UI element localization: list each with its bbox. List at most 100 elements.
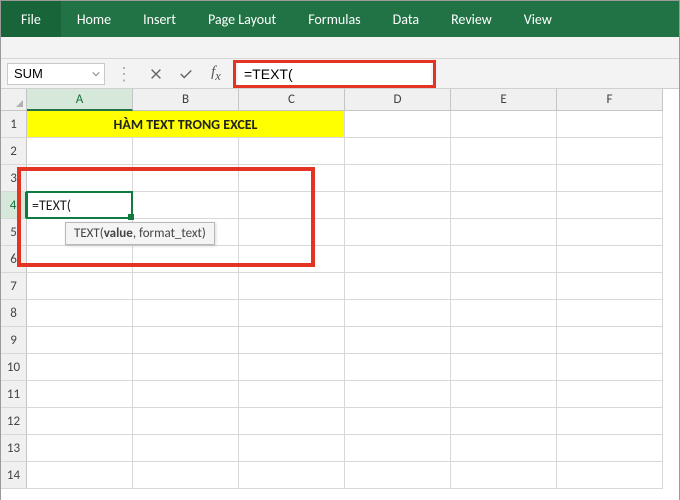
tab-review[interactable]: Review [435, 1, 508, 37]
cell-C3[interactable] [239, 165, 345, 192]
cell-E4[interactable] [451, 192, 557, 219]
row-header-5[interactable]: 5 [1, 219, 27, 246]
cell-D7[interactable] [345, 273, 451, 300]
cell-A7[interactable] [27, 273, 133, 300]
cell-F11[interactable] [557, 381, 663, 408]
row-header-6[interactable]: 6 [1, 246, 27, 273]
cell-D5[interactable] [345, 219, 451, 246]
tab-data[interactable]: Data [377, 1, 435, 37]
tab-formulas[interactable]: Formulas [292, 1, 376, 37]
cell-E1[interactable] [451, 111, 557, 138]
col-header-C[interactable]: C [239, 89, 345, 111]
cell-C6[interactable] [239, 246, 345, 273]
row-header-4[interactable]: 4 [1, 192, 27, 219]
tab-file[interactable]: File [1, 1, 61, 37]
cell-D8[interactable] [345, 300, 451, 327]
formula-input[interactable] [238, 63, 431, 85]
cell-D2[interactable] [345, 138, 451, 165]
cell-E12[interactable] [451, 408, 557, 435]
cell-C10[interactable] [239, 354, 345, 381]
cell-E5[interactable] [451, 219, 557, 246]
cell-F6[interactable] [557, 246, 663, 273]
insert-function-button[interactable]: fx [203, 63, 229, 85]
cell-A1[interactable]: HÀM TEXT TRONG EXCEL [27, 111, 345, 138]
cell-C5[interactable] [239, 219, 345, 246]
cell-D11[interactable] [345, 381, 451, 408]
cell-B13[interactable] [133, 435, 239, 462]
cell-C4[interactable] [239, 192, 345, 219]
cell-B7[interactable] [133, 273, 239, 300]
cell-C11[interactable] [239, 381, 345, 408]
cell-F7[interactable] [557, 273, 663, 300]
col-header-A[interactable]: A [27, 89, 133, 111]
cell-E7[interactable] [451, 273, 557, 300]
cell-D3[interactable] [345, 165, 451, 192]
cell-E9[interactable] [451, 327, 557, 354]
cell-F5[interactable] [557, 219, 663, 246]
cell-A10[interactable] [27, 354, 133, 381]
cell-D1[interactable] [345, 111, 451, 138]
cell-F8[interactable] [557, 300, 663, 327]
cell-B4[interactable] [133, 192, 239, 219]
cell-F9[interactable] [557, 327, 663, 354]
cell-B2[interactable] [133, 138, 239, 165]
tooltip-arg-active[interactable]: value [104, 226, 133, 241]
cell-F10[interactable] [557, 354, 663, 381]
cell-E8[interactable] [451, 300, 557, 327]
cell-F13[interactable] [557, 435, 663, 462]
cell-E3[interactable] [451, 165, 557, 192]
select-all-corner[interactable] [1, 89, 27, 111]
row-header-12[interactable]: 12 [1, 408, 27, 435]
cell-C12[interactable] [239, 408, 345, 435]
enter-button[interactable] [173, 63, 199, 85]
cell-A13[interactable] [27, 435, 133, 462]
cell-E14[interactable] [451, 462, 557, 489]
col-header-B[interactable]: B [133, 89, 239, 111]
cell-C14[interactable] [239, 462, 345, 489]
cell-A8[interactable] [27, 300, 133, 327]
cell-A9[interactable] [27, 327, 133, 354]
cell-D10[interactable] [345, 354, 451, 381]
row-header-14[interactable]: 14 [1, 462, 27, 489]
row-header-9[interactable]: 9 [1, 327, 27, 354]
row-header-13[interactable]: 13 [1, 435, 27, 462]
cell-F3[interactable] [557, 165, 663, 192]
cell-F2[interactable] [557, 138, 663, 165]
tab-insert[interactable]: Insert [127, 1, 192, 37]
cell-C8[interactable] [239, 300, 345, 327]
col-header-E[interactable]: E [451, 89, 557, 111]
cell-B8[interactable] [133, 300, 239, 327]
cell-A14[interactable] [27, 462, 133, 489]
cell-E10[interactable] [451, 354, 557, 381]
cell-D9[interactable] [345, 327, 451, 354]
cell-D6[interactable] [345, 246, 451, 273]
cell-A2[interactable] [27, 138, 133, 165]
cell-E6[interactable] [451, 246, 557, 273]
cell-F4[interactable] [557, 192, 663, 219]
cell-A3[interactable] [27, 165, 133, 192]
cell-C9[interactable] [239, 327, 345, 354]
cell-B6[interactable] [133, 246, 239, 273]
cell-F14[interactable] [557, 462, 663, 489]
cell-B12[interactable] [133, 408, 239, 435]
cell-B11[interactable] [133, 381, 239, 408]
cell-D14[interactable] [345, 462, 451, 489]
cell-E13[interactable] [451, 435, 557, 462]
name-box-dropdown[interactable] [88, 64, 104, 84]
cell-E11[interactable] [451, 381, 557, 408]
col-header-D[interactable]: D [345, 89, 451, 111]
tab-page-layout[interactable]: Page Layout [192, 1, 292, 37]
row-header-2[interactable]: 2 [1, 138, 27, 165]
cell-F1[interactable] [557, 111, 663, 138]
cancel-button[interactable] [143, 63, 169, 85]
cell-D12[interactable] [345, 408, 451, 435]
row-header-10[interactable]: 10 [1, 354, 27, 381]
cell-B9[interactable] [133, 327, 239, 354]
cell-F12[interactable] [557, 408, 663, 435]
tab-view[interactable]: View [508, 1, 568, 37]
cell-E2[interactable] [451, 138, 557, 165]
cell-D13[interactable] [345, 435, 451, 462]
row-header-8[interactable]: 8 [1, 300, 27, 327]
cell-C2[interactable] [239, 138, 345, 165]
name-box[interactable] [8, 64, 88, 84]
